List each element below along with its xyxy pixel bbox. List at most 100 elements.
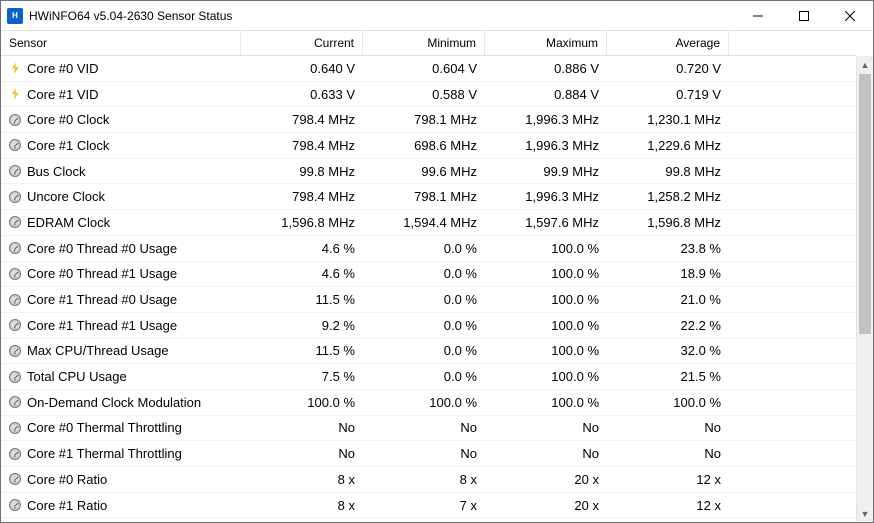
value-current: 8 x bbox=[241, 498, 363, 513]
value-minimum: 798.1 MHz bbox=[363, 112, 485, 127]
column-header-minimum[interactable]: Minimum bbox=[363, 31, 485, 55]
value-current: 8 x bbox=[241, 472, 363, 487]
clock-icon bbox=[9, 242, 21, 254]
sensor-name-cell: Total CPU Usage bbox=[1, 369, 241, 384]
value-average: 100.0 % bbox=[607, 395, 729, 410]
value-average: No bbox=[607, 446, 729, 461]
value-average: 21.0 % bbox=[607, 292, 729, 307]
close-button[interactable] bbox=[827, 1, 873, 31]
table-row[interactable]: Core #0 VID0.640 V0.604 V0.886 V0.720 V bbox=[1, 56, 856, 82]
table-row[interactable]: Total CPU Usage7.5 %0.0 %100.0 %21.5 % bbox=[1, 364, 856, 390]
sensor-name-cell: On-Demand Clock Modulation bbox=[1, 395, 241, 410]
table-row[interactable]: Core #1 Thread #1 Usage9.2 %0.0 %100.0 %… bbox=[1, 313, 856, 339]
sensor-name: Max CPU/Thread Usage bbox=[27, 343, 169, 358]
value-minimum: 0.0 % bbox=[363, 266, 485, 281]
value-maximum: 1,996.3 MHz bbox=[485, 112, 607, 127]
value-minimum: 698.6 MHz bbox=[363, 138, 485, 153]
value-average: 1,229.6 MHz bbox=[607, 138, 729, 153]
value-minimum: 99.6 MHz bbox=[363, 164, 485, 179]
sensor-name-cell: Max CPU/Thread Usage bbox=[1, 343, 241, 358]
value-current: No bbox=[241, 446, 363, 461]
value-current: 798.4 MHz bbox=[241, 112, 363, 127]
table-row[interactable]: Core #1 Thread #0 Usage11.5 %0.0 %100.0 … bbox=[1, 287, 856, 313]
table-row[interactable]: Uncore Ratio8 x8 x20 x13 x bbox=[1, 518, 856, 522]
sensor-name-cell: Core #1 VID bbox=[1, 87, 241, 102]
value-current: 11.5 % bbox=[241, 292, 363, 307]
clock-icon bbox=[9, 371, 21, 383]
sensor-name: Core #0 Thread #1 Usage bbox=[27, 266, 177, 281]
table-row[interactable]: Core #0 Thermal ThrottlingNoNoNoNo bbox=[1, 416, 856, 442]
table-row[interactable]: Core #0 Thread #1 Usage 4.6 %0.0 %100.0 %… bbox=[1, 262, 856, 288]
table-row[interactable]: Core #1 Ratio8 x7 x20 x12 x bbox=[1, 493, 856, 519]
sensor-name: Core #0 Clock bbox=[27, 112, 109, 127]
table-row[interactable]: Core #1 Clock798.4 MHz698.6 MHz1,996.3 M… bbox=[1, 133, 856, 159]
clock-icon bbox=[9, 191, 21, 203]
table-row[interactable]: Core #1 VID0.633 V0.588 V0.884 V0.719 V bbox=[1, 82, 856, 108]
value-current: 4.6 % bbox=[241, 241, 363, 256]
value-minimum: No bbox=[363, 420, 485, 435]
sensor-name-cell: EDRAM Clock bbox=[1, 215, 241, 230]
value-average: No bbox=[607, 420, 729, 435]
sensor-name: Total CPU Usage bbox=[27, 369, 127, 384]
value-minimum: 0.0 % bbox=[363, 241, 485, 256]
value-minimum: 100.0 % bbox=[363, 395, 485, 410]
value-average: 18.9 % bbox=[607, 266, 729, 281]
table-row[interactable]: On-Demand Clock Modulation100.0 %100.0 %… bbox=[1, 390, 856, 416]
table-row[interactable]: Core #0 Thread #0 Usage4.6 %0.0 %100.0 %… bbox=[1, 236, 856, 262]
value-minimum: 0.0 % bbox=[363, 292, 485, 307]
sensor-name: Core #1 Ratio bbox=[27, 498, 107, 513]
bolt-icon bbox=[9, 88, 21, 100]
value-current: No bbox=[241, 420, 363, 435]
value-average: 21.5 % bbox=[607, 369, 729, 384]
value-average: 12 x bbox=[607, 498, 729, 513]
sensor-name-cell: Core #1 Thread #1 Usage bbox=[1, 318, 241, 333]
clock-icon bbox=[9, 114, 21, 126]
column-header-average[interactable]: Average bbox=[607, 31, 729, 55]
sensor-name: Uncore Clock bbox=[27, 189, 105, 204]
value-maximum: 1,996.3 MHz bbox=[485, 138, 607, 153]
value-average: 12 x bbox=[607, 472, 729, 487]
sensor-name-cell: Core #1 Thread #0 Usage bbox=[1, 292, 241, 307]
window-title: HWiNFO64 v5.04-2630 Sensor Status bbox=[29, 9, 232, 23]
table-row[interactable]: Bus Clock99.8 MHz99.6 MHz99.9 MHz99.8 MH… bbox=[1, 159, 856, 185]
table-row[interactable]: EDRAM Clock1,596.8 MHz1,594.4 MHz1,597.6… bbox=[1, 210, 856, 236]
column-header-sensor[interactable]: Sensor bbox=[1, 31, 241, 55]
value-maximum: 100.0 % bbox=[485, 266, 607, 281]
sensor-name-cell: Core #0 Ratio bbox=[1, 472, 241, 487]
table-header: Sensor Current Minimum Maximum Average bbox=[1, 31, 856, 56]
value-current: 798.4 MHz bbox=[241, 138, 363, 153]
table-row[interactable]: Max CPU/Thread Usage11.5 %0.0 %100.0 %32… bbox=[1, 339, 856, 365]
value-current: 4.6 % bbox=[241, 266, 363, 281]
sensor-table: Sensor Current Minimum Maximum Average C… bbox=[1, 31, 856, 522]
value-current: 1,596.8 MHz bbox=[241, 215, 363, 230]
table-row[interactable]: Core #1 Thermal ThrottlingNoNoNoNo bbox=[1, 441, 856, 467]
sensor-name: Core #1 Thermal Throttling bbox=[27, 446, 182, 461]
maximize-button[interactable] bbox=[781, 1, 827, 31]
value-maximum: 100.0 % bbox=[485, 343, 607, 358]
vertical-scrollbar[interactable]: ▲ ▼ bbox=[856, 56, 873, 522]
clock-icon bbox=[9, 396, 21, 408]
table-row[interactable]: Uncore Clock798.4 MHz798.1 MHz1,996.3 MH… bbox=[1, 184, 856, 210]
value-minimum: 1,594.4 MHz bbox=[363, 215, 485, 230]
scrollbar-thumb[interactable] bbox=[859, 74, 871, 334]
value-minimum: 8 x bbox=[363, 472, 485, 487]
value-maximum: 100.0 % bbox=[485, 395, 607, 410]
clock-icon bbox=[9, 473, 21, 485]
sensor-name: Bus Clock bbox=[27, 164, 86, 179]
sensor-name-cell: Core #0 Thread #1 Usage bbox=[1, 266, 241, 281]
sensor-name: Core #1 VID bbox=[27, 87, 99, 102]
column-header-current[interactable]: Current bbox=[241, 31, 363, 55]
value-maximum: 0.884 V bbox=[485, 87, 607, 102]
column-header-maximum[interactable]: Maximum bbox=[485, 31, 607, 55]
scroll-down-arrow-icon[interactable]: ▼ bbox=[857, 505, 873, 522]
value-maximum: 0.886 V bbox=[485, 61, 607, 76]
value-minimum: 0.588 V bbox=[363, 87, 485, 102]
minimize-button[interactable] bbox=[735, 1, 781, 31]
table-body: Core #0 VID0.640 V0.604 V0.886 V0.720 VC… bbox=[1, 56, 856, 522]
sensor-name-cell: Core #0 Clock bbox=[1, 112, 241, 127]
table-row[interactable]: Core #0 Clock 798.4 MHz798.1 MHz1,996.3 M… bbox=[1, 107, 856, 133]
table-row[interactable]: Core #0 Ratio8 x8 x20 x12 x bbox=[1, 467, 856, 493]
titlebar[interactable]: H HWiNFO64 v5.04-2630 Sensor Status bbox=[1, 1, 873, 31]
sensor-name-cell: Core #0 Thermal Throttling bbox=[1, 420, 241, 435]
scroll-up-arrow-icon[interactable]: ▲ bbox=[857, 56, 873, 73]
